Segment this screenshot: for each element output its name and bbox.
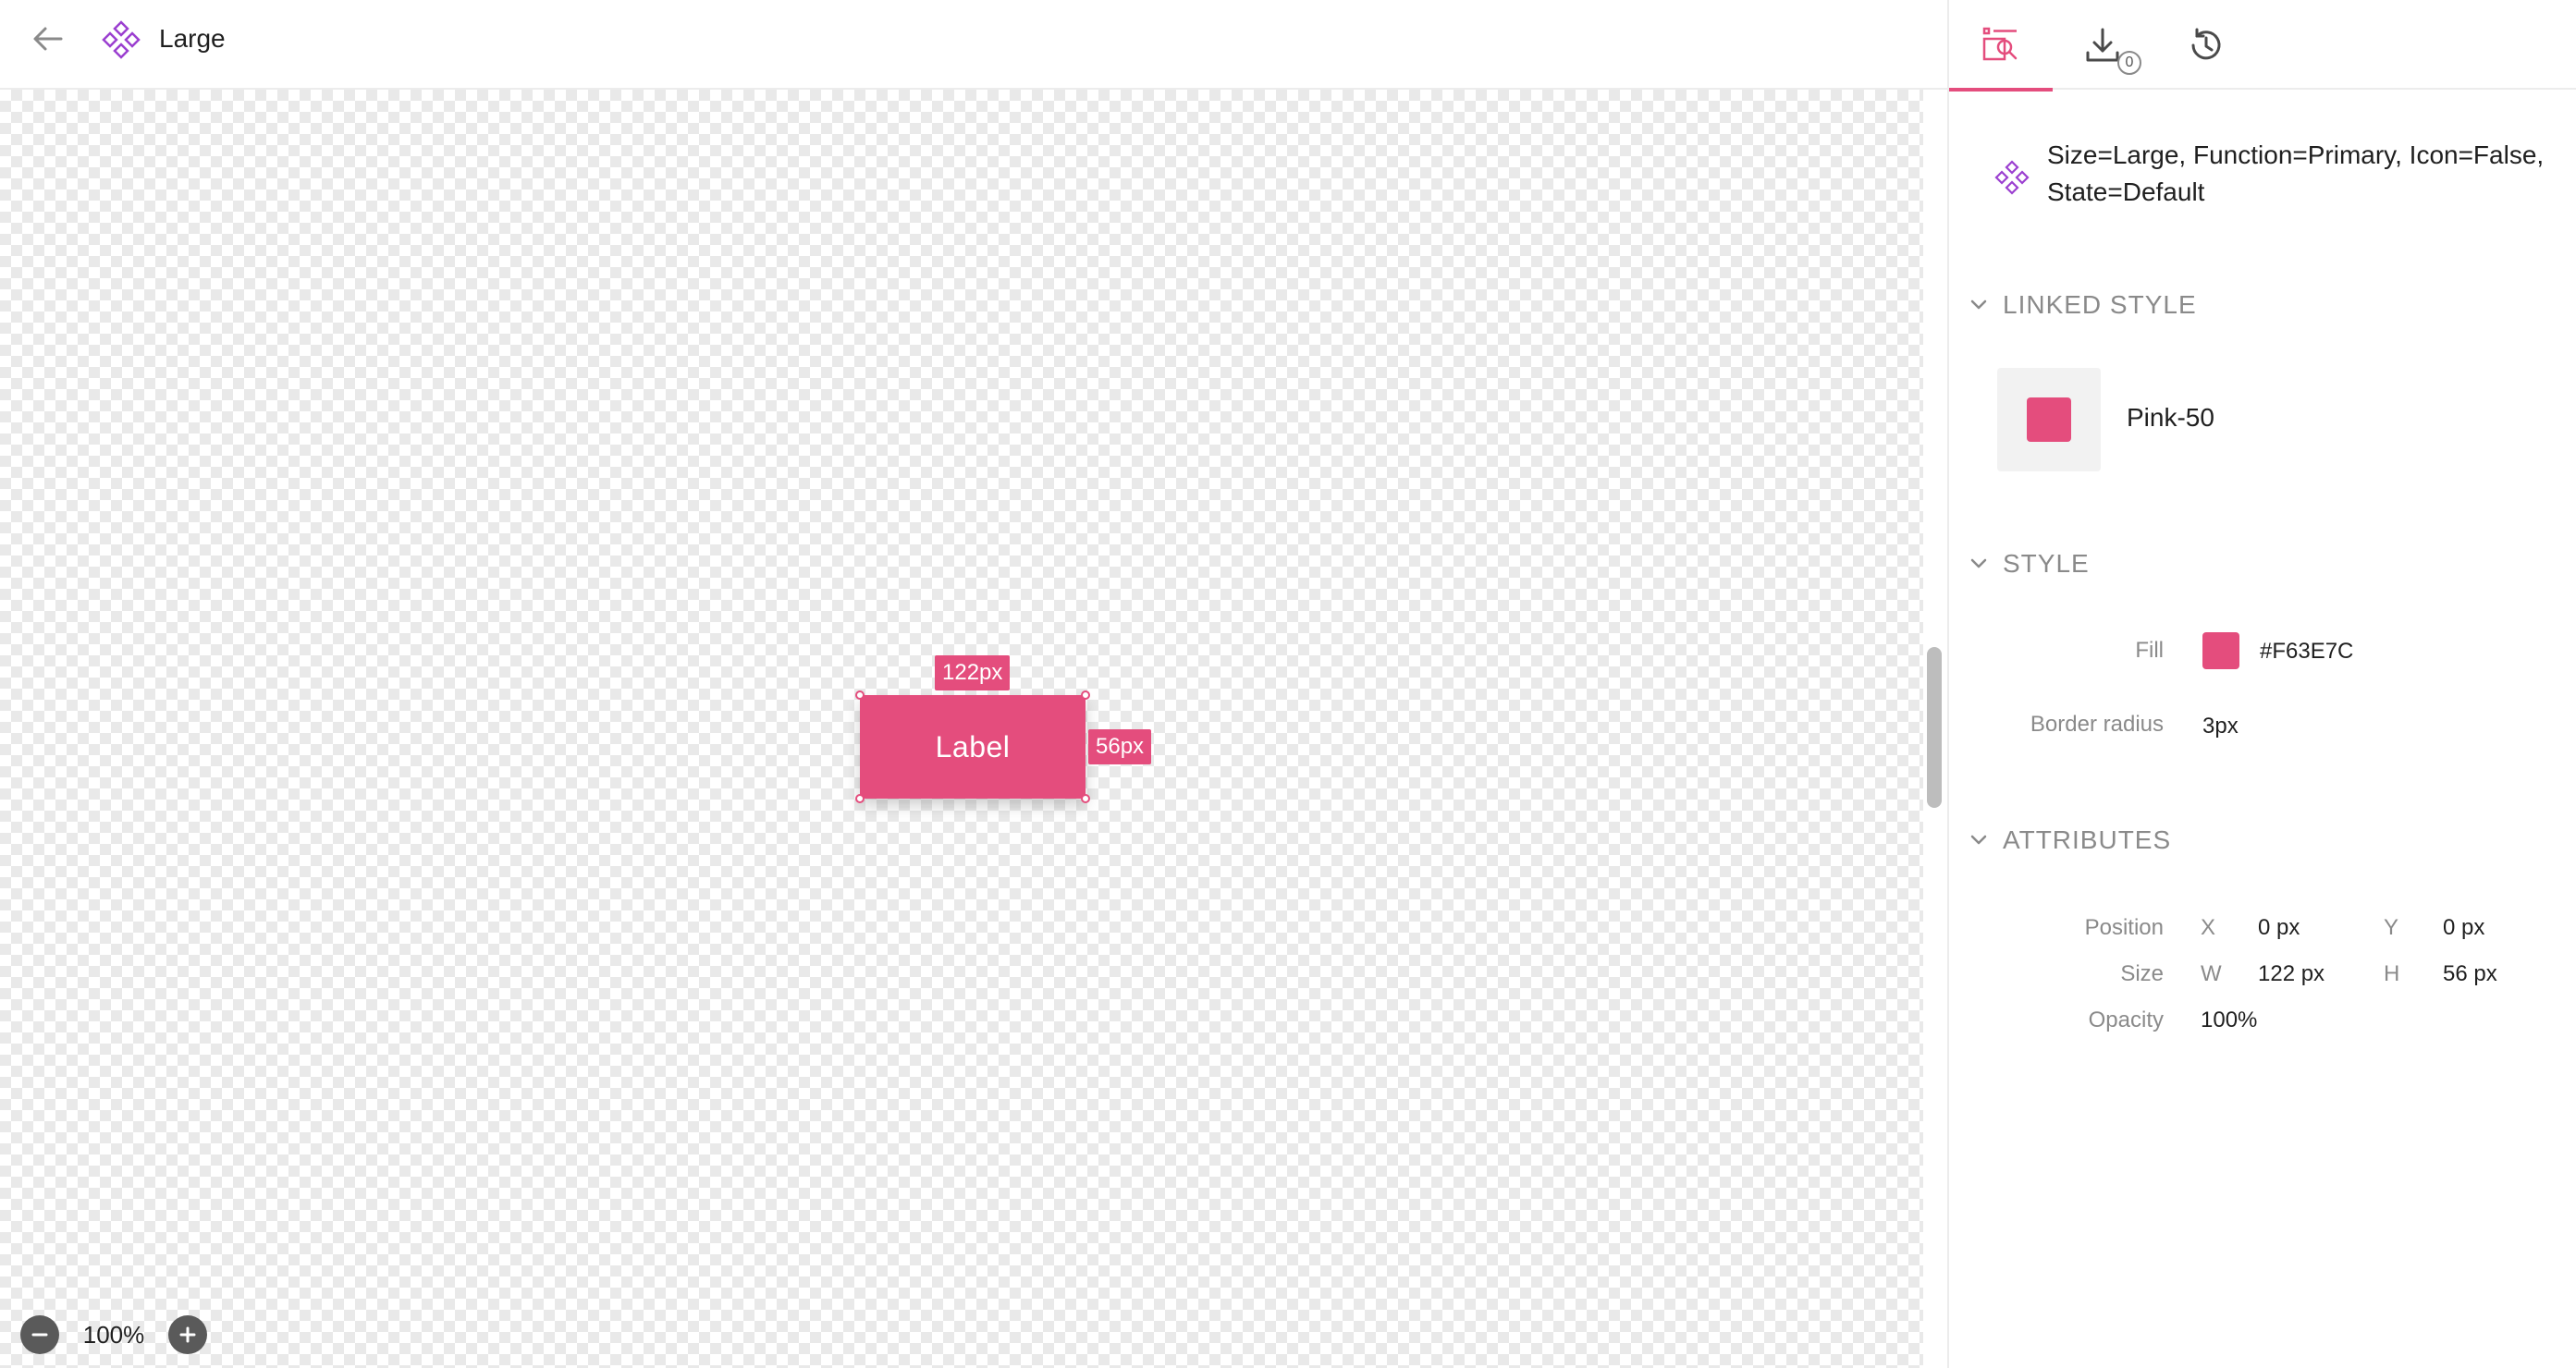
section-title: STYLE [2003,549,2090,578]
x-label: X [2201,915,2216,940]
tab-inspect[interactable] [1949,0,2053,92]
minus-icon [31,1333,48,1337]
resize-handle-bottom-left[interactable] [855,794,865,803]
app-window: Large 122px Label 56px 100% 0 Size=Large… [0,0,2576,1368]
chevron-down-icon [1970,835,1987,845]
x-value[interactable]: 0 px [2258,915,2300,941]
size-label: Size [2120,961,2164,986]
chevron-down-icon [1970,299,1987,310]
width-badge: 122px [935,655,1011,690]
chevron-down-icon [1970,558,1987,568]
variant-name: Size=Large, Function=Primary, Icon=False… [2047,140,2545,206]
zoom-in-button[interactable] [168,1315,207,1354]
inspector-tabs: 0 [1949,0,2576,92]
fill-label: Fill [2135,638,2164,663]
export-count-badge: 0 [2117,51,2141,75]
resize-handle-top-left[interactable] [855,690,865,700]
border-radius-value[interactable]: 3px [2202,714,2239,739]
section-style-toggle[interactable]: STYLE [1966,545,2090,582]
color-swatch [2027,397,2071,442]
top-bar: Large [0,0,1947,90]
inspector-panel: 0 Size=Large, Function=Primary, Icon=Fal… [1947,0,2576,1368]
plus-icon [179,1326,196,1343]
w-label: W [2201,961,2222,986]
inspect-icon [1982,27,2018,60]
scrollbar-thumb[interactable] [1927,647,1942,808]
opacity-value[interactable]: 100% [2201,1008,2257,1033]
page-title: Large [159,24,226,53]
w-value[interactable]: 122 px [2258,961,2325,987]
tab-export[interactable] [2051,0,2154,90]
section-title: LINKED STYLE [2003,290,2197,319]
arrow-left-icon [33,27,63,51]
selected-component-button[interactable]: Label [860,695,1086,799]
h-value[interactable]: 56 px [2443,961,2497,987]
tab-history[interactable] [2154,0,2258,90]
component-label: Label [935,729,1011,763]
zoom-out-button[interactable] [20,1315,59,1354]
linked-style-name: Pink-50 [2127,403,2214,432]
component-diamond-icon [102,20,141,59]
linked-style-swatch[interactable] [1997,368,2101,471]
position-label: Position [2084,915,2164,940]
canvas-area: Large 122px Label 56px 100% [0,0,1947,1368]
zoom-controls: 100% [20,1314,207,1355]
opacity-label: Opacity [2088,1008,2164,1032]
section-title: ATTRIBUTES [2003,825,2172,854]
fill-value[interactable]: #F63E7C [2260,639,2353,665]
border-radius-label: Border radius [2030,712,2164,737]
zoom-level: 100% [82,1320,145,1349]
back-button[interactable] [26,17,70,61]
h-label: H [2384,961,2400,986]
resize-handle-bottom-right[interactable] [1081,794,1090,803]
y-label: Y [2384,915,2399,940]
component-variant-icon [1994,160,2030,195]
y-value[interactable]: 0 px [2443,915,2484,941]
history-icon [2191,28,2221,59]
section-linked-style-toggle[interactable]: LINKED STYLE [1966,287,2197,324]
resize-handle-top-right[interactable] [1081,690,1090,700]
section-attributes-toggle[interactable]: ATTRIBUTES [1966,822,2171,859]
height-badge: 56px [1088,729,1152,764]
fill-swatch[interactable] [2202,632,2239,669]
